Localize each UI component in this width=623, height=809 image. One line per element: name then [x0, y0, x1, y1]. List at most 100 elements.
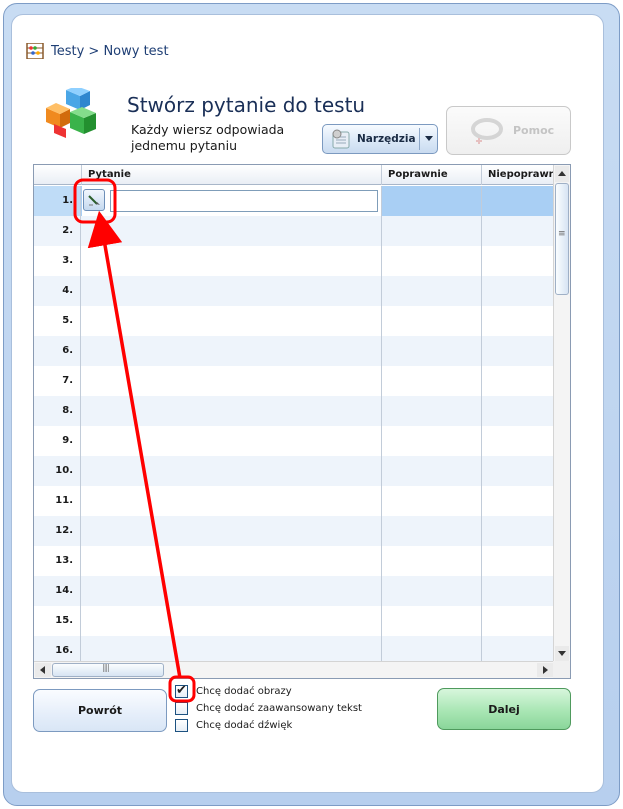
table-row[interactable]: 4.	[34, 276, 554, 306]
help-button[interactable]: Pomoc	[446, 106, 571, 155]
header-incorrect[interactable]: Niepoprawnie	[482, 165, 554, 185]
incorrect-cell[interactable]	[482, 486, 554, 516]
table-row[interactable]: 7.	[34, 366, 554, 396]
breadcrumb: Testy > Nowy test	[26, 42, 169, 60]
option-add-sound[interactable]: Chcę dodać dźwięk	[175, 717, 362, 734]
incorrect-cell[interactable]	[482, 606, 554, 636]
row-number: 4.	[34, 276, 81, 306]
table-row[interactable]: 10.	[34, 456, 554, 486]
table-row[interactable]: 1.	[34, 186, 554, 216]
row-number: 10.	[34, 456, 81, 486]
vertical-scrollbar[interactable]	[553, 165, 570, 663]
table-row[interactable]: 11.	[34, 486, 554, 516]
table-row[interactable]: 3.	[34, 246, 554, 276]
breadcrumb-text[interactable]: Testy > Nowy test	[51, 44, 169, 59]
question-cell[interactable]	[82, 366, 382, 396]
question-cell[interactable]	[82, 606, 382, 636]
question-cell[interactable]	[82, 396, 382, 426]
next-button[interactable]: Dalej	[437, 688, 571, 730]
vertical-scroll-thumb[interactable]	[555, 183, 569, 295]
correct-cell[interactable]	[382, 396, 482, 426]
question-cell[interactable]	[82, 546, 382, 576]
header-correct[interactable]: Poprawnie	[382, 165, 482, 185]
row-number: 2.	[34, 216, 81, 246]
correct-cell[interactable]	[382, 366, 482, 396]
table-row[interactable]: 2.	[34, 216, 554, 246]
table-row[interactable]: 12.	[34, 516, 554, 546]
question-cell[interactable]	[82, 426, 382, 456]
table-row[interactable]: 9.	[34, 426, 554, 456]
question-text-input[interactable]	[110, 190, 378, 212]
question-cell[interactable]	[82, 486, 382, 516]
checkbox-advanced-text[interactable]	[175, 702, 188, 715]
correct-cell[interactable]	[382, 276, 482, 306]
question-cell[interactable]	[82, 456, 382, 486]
checkbox-add-images[interactable]	[175, 683, 188, 698]
tools-button[interactable]: Narzędzia	[322, 124, 438, 154]
option-add-sound-label[interactable]: Chcę dodać dźwięk	[196, 720, 292, 731]
question-cell[interactable]	[82, 576, 382, 606]
question-cell[interactable]	[82, 516, 382, 546]
table-row[interactable]: 6.	[34, 336, 554, 366]
incorrect-cell[interactable]	[482, 276, 554, 306]
header-question[interactable]: Pytanie	[82, 165, 382, 185]
correct-cell[interactable]	[382, 516, 482, 546]
correct-cell[interactable]	[382, 456, 482, 486]
option-add-images-label[interactable]: Chcę dodać obrazy	[196, 686, 292, 697]
option-advanced-text-label[interactable]: Chcę dodać zaawansowany tekst	[196, 703, 362, 714]
incorrect-cell[interactable]	[482, 366, 554, 396]
scroll-down-button[interactable]	[555, 646, 569, 662]
incorrect-cell[interactable]	[482, 396, 554, 426]
horizontal-scrollbar[interactable]	[34, 661, 554, 678]
page-subtitle: Każdy wiersz odpowiada jednemu pytaniu	[131, 122, 285, 153]
table-row[interactable]: 15.	[34, 606, 554, 636]
back-button[interactable]: Powrót	[33, 689, 167, 732]
scroll-left-button[interactable]	[35, 663, 51, 677]
horizontal-scroll-thumb[interactable]	[52, 663, 164, 677]
questions-grid[interactable]: Pytanie Poprawnie Niepoprawnie 1. 2. 3. …	[33, 164, 571, 679]
incorrect-cell[interactable]	[482, 306, 554, 336]
help-button-label: Pomoc	[513, 124, 555, 137]
correct-cell[interactable]	[382, 186, 482, 216]
question-cell[interactable]	[82, 336, 382, 366]
incorrect-cell[interactable]	[482, 186, 554, 216]
table-row[interactable]: 8.	[34, 396, 554, 426]
table-row[interactable]: 13.	[34, 546, 554, 576]
checkbox-add-sound[interactable]	[175, 719, 188, 732]
incorrect-cell[interactable]	[482, 456, 554, 486]
tools-button-label: Narzędzia	[357, 133, 416, 145]
correct-cell[interactable]	[382, 606, 482, 636]
correct-cell[interactable]	[382, 576, 482, 606]
correct-cell[interactable]	[382, 306, 482, 336]
correct-cell[interactable]	[382, 426, 482, 456]
table-row[interactable]: 14.	[34, 576, 554, 606]
row-number: 7.	[34, 366, 81, 396]
chevron-down-icon[interactable]	[425, 136, 433, 141]
incorrect-cell[interactable]	[482, 516, 554, 546]
scroll-up-button[interactable]	[555, 166, 569, 182]
correct-cell[interactable]	[382, 546, 482, 576]
question-cell[interactable]	[82, 246, 382, 276]
correct-cell[interactable]	[382, 216, 482, 246]
option-add-images[interactable]: Chcę dodać obrazy	[175, 683, 362, 700]
table-row[interactable]: 5.	[34, 306, 554, 336]
question-cell[interactable]	[82, 216, 382, 246]
row-number: 9.	[34, 426, 81, 456]
correct-cell[interactable]	[382, 486, 482, 516]
incorrect-cell[interactable]	[482, 576, 554, 606]
insert-image-button[interactable]	[83, 189, 105, 211]
incorrect-cell[interactable]	[482, 546, 554, 576]
correct-cell[interactable]	[382, 336, 482, 366]
incorrect-cell[interactable]	[482, 336, 554, 366]
scroll-right-button[interactable]	[537, 663, 553, 677]
option-advanced-text[interactable]: Chcę dodać zaawansowany tekst	[175, 700, 362, 717]
incorrect-cell[interactable]	[482, 426, 554, 456]
correct-cell[interactable]	[382, 246, 482, 276]
incorrect-cell[interactable]	[482, 216, 554, 246]
incorrect-cell[interactable]	[482, 246, 554, 276]
header-number-column	[34, 165, 82, 185]
question-cell[interactable]	[82, 306, 382, 336]
options-checklist: Chcę dodać obrazy Chcę dodać zaawansowan…	[175, 683, 362, 734]
grid-rows: 1. 2. 3. 4. 5. 6. 7. 8. 9. 10. 11. 12. 1…	[34, 186, 554, 666]
question-cell[interactable]	[82, 276, 382, 306]
